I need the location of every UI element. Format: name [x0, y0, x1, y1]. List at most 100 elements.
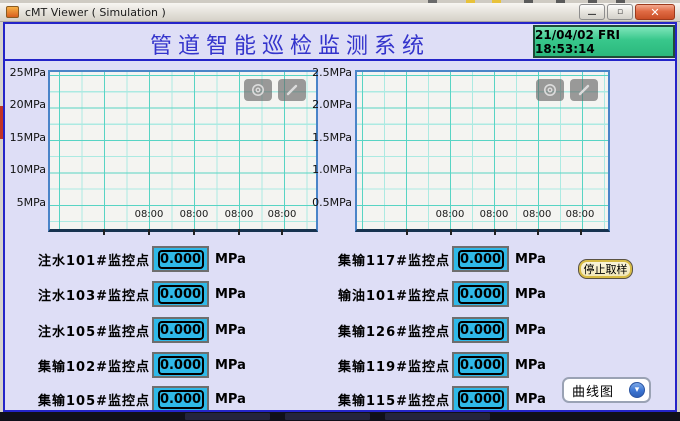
x-tick-label: 08:00: [477, 209, 511, 220]
minimize-button[interactable]: —: [579, 4, 605, 20]
unit-label: MPa: [515, 323, 546, 338]
y-tick-label: 15MPa: [6, 131, 46, 144]
gear-icon: [542, 82, 558, 98]
monitor-row-jishu105: 集输105#监控点 0.000 MPa: [38, 386, 246, 412]
monitor-label: 输油101#监控点: [338, 285, 448, 304]
monitor-row-jishu117: 集输117#监控点 0.000 MPa: [338, 246, 546, 272]
monitor-row-jishu115: 集输115#监控点 0.000 MPa: [338, 386, 546, 412]
monitor-row-zhushui105: 注水105#监控点 0.000 MPa: [38, 317, 246, 343]
value-number: 0.000: [458, 285, 504, 304]
unit-label: MPa: [515, 287, 546, 302]
value-number: 0.000: [158, 285, 204, 304]
value-display: 0.000: [152, 317, 209, 343]
unit-label: MPa: [215, 392, 246, 407]
value-display: 0.000: [452, 352, 509, 378]
window-title: cMT Viewer ( Simulation ): [25, 6, 166, 19]
x-tick-label: 08:00: [132, 209, 166, 220]
dropdown-selected-value: 曲线图: [572, 381, 614, 400]
y-tick-label: 5MPa: [6, 196, 46, 209]
value-display: 0.000: [452, 317, 509, 343]
tick-mark: [580, 229, 582, 235]
tick-mark: [537, 229, 539, 235]
monitor-row-jishu126: 集输126#监控点 0.000 MPa: [338, 317, 546, 343]
y-tick-label: 1.0MPa: [312, 163, 352, 176]
header-divider: [5, 59, 675, 61]
tick-mark: [148, 229, 150, 235]
pen-icon: [576, 82, 592, 98]
monitor-label: 集输115#监控点: [338, 390, 448, 409]
tick-mark: [193, 229, 195, 235]
monitor-row-shuyou101: 输油101#监控点 0.000 MPa: [338, 281, 546, 307]
monitor-label: 集输119#监控点: [338, 356, 448, 375]
x-tick-label: 08:00: [563, 209, 597, 220]
gear-icon: [250, 82, 266, 98]
chart-pen-button[interactable]: [570, 79, 598, 101]
unit-label: MPa: [515, 358, 546, 373]
value-number: 0.000: [158, 390, 204, 409]
value-number: 0.000: [458, 321, 504, 340]
stop-sampling-button[interactable]: 停止取样: [578, 259, 633, 279]
cmt-viewer-window: cMT Viewer ( Simulation ) — ▫ ✕ 管道智能巡检监测…: [0, 0, 680, 421]
value-display: 0.000: [152, 281, 209, 307]
value-number: 0.000: [458, 250, 504, 269]
value-display: 0.000: [452, 386, 509, 412]
value-display: 0.000: [152, 386, 209, 412]
value-number: 0.000: [158, 250, 204, 269]
x-tick-label: 08:00: [222, 209, 256, 220]
y-tick-label: 10MPa: [6, 163, 46, 176]
monitor-row-jishu102: 集输102#监控点 0.000 MPa: [38, 352, 246, 378]
chevron-down-icon: ▾: [629, 382, 645, 398]
x-tick-label: 08:00: [433, 209, 467, 220]
view-select-dropdown[interactable]: 曲线图 ▾: [562, 377, 651, 403]
x-tick-label: 08:00: [520, 209, 554, 220]
trend-chart-right: 08:00 08:00 08:00 08:00: [355, 70, 610, 232]
value-display: 0.000: [152, 246, 209, 272]
maximize-button[interactable]: ▫: [607, 4, 633, 20]
monitor-label: 集输105#监控点: [38, 390, 148, 409]
taskbar-item: [285, 413, 370, 420]
unit-label: MPa: [215, 252, 246, 267]
value-number: 0.000: [458, 390, 504, 409]
maximize-icon: ▫: [617, 8, 623, 17]
close-icon: ✕: [650, 7, 659, 18]
chart-pen-button[interactable]: [278, 79, 306, 101]
value-display: 0.000: [452, 281, 509, 307]
tick-mark: [238, 229, 240, 235]
taskbar-item: [385, 413, 490, 420]
value-number: 0.000: [158, 321, 204, 340]
pen-icon: [284, 82, 300, 98]
unit-label: MPa: [215, 323, 246, 338]
window-controls: — ▫ ✕: [577, 4, 675, 20]
monitor-row-zhushui101: 注水101#监控点 0.000 MPa: [38, 246, 246, 272]
unit-label: MPa: [515, 392, 546, 407]
window-titlebar[interactable]: cMT Viewer ( Simulation ) — ▫ ✕: [0, 3, 680, 22]
tick-mark: [281, 229, 283, 235]
tick-mark: [494, 229, 496, 235]
minimize-icon: —: [588, 11, 597, 20]
app-icon: [6, 6, 19, 18]
value-display: 0.000: [152, 352, 209, 378]
chart-settings-button[interactable]: [536, 79, 564, 101]
tick-mark: [406, 229, 408, 235]
y-tick-label: 0.5MPa: [312, 196, 352, 209]
desktop-sliver: [0, 106, 3, 139]
y-tick-label: 20MPa: [6, 98, 46, 111]
monitor-row-zhushui103: 注水103#监控点 0.000 MPa: [38, 281, 246, 307]
tick-mark: [103, 229, 105, 235]
monitor-label: 注水103#监控点: [38, 285, 148, 304]
x-tick-label: 08:00: [265, 209, 299, 220]
unit-label: MPa: [515, 252, 546, 267]
close-button[interactable]: ✕: [635, 4, 675, 20]
y-tick-label: 25MPa: [6, 66, 46, 79]
value-number: 0.000: [158, 356, 204, 375]
monitor-label: 集输117#监控点: [338, 250, 448, 269]
value-display: 0.000: [452, 246, 509, 272]
monitor-label: 集输102#监控点: [38, 356, 148, 375]
x-tick-label: 08:00: [177, 209, 211, 220]
monitor-row-jishu119: 集输119#监控点 0.000 MPa: [338, 352, 546, 378]
chart-settings-button[interactable]: [244, 79, 272, 101]
y-tick-label: 2.5MPa: [312, 66, 352, 79]
unit-label: MPa: [215, 287, 246, 302]
tick-mark: [450, 229, 452, 235]
datetime-display: 21/04/02 FRI 18:53:14: [533, 25, 675, 58]
